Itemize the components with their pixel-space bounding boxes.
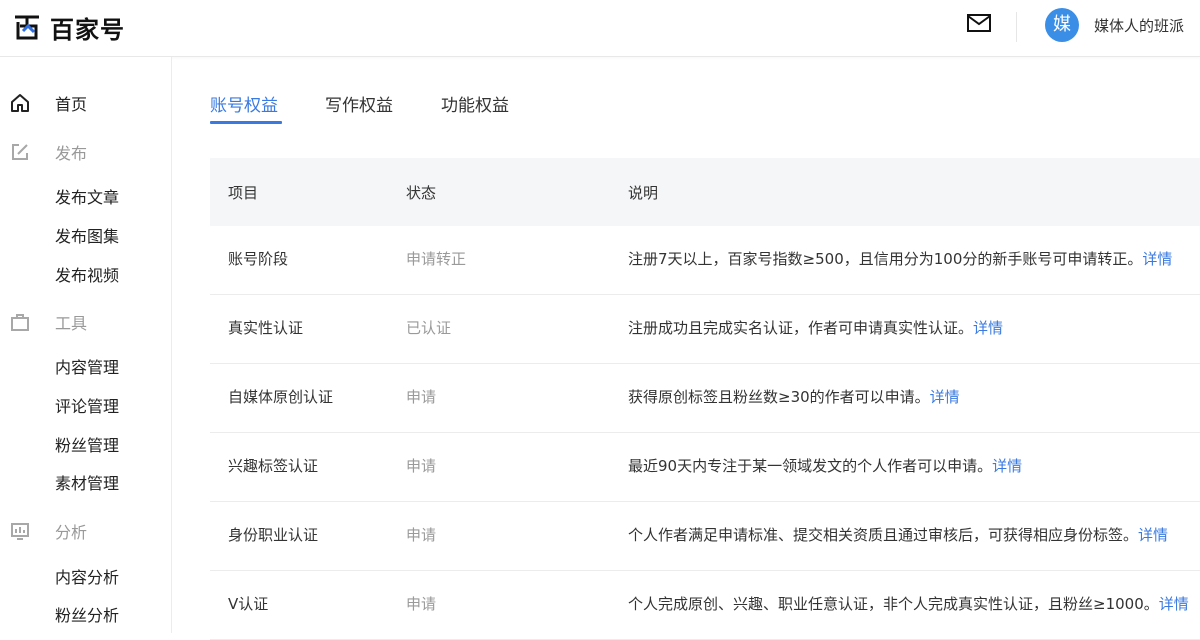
sidebar-item-material-manage[interactable]: 素材管理	[55, 470, 119, 494]
table-header: 项目 状态 说明	[210, 158, 1200, 226]
sidebar-item-content-analysis[interactable]: 内容分析	[55, 564, 119, 588]
avatar[interactable]: 媒	[1045, 8, 1079, 42]
column-header-description: 说明	[628, 184, 659, 202]
row-item: 兴趣标签认证	[228, 457, 319, 475]
row-description: 注册成功且完成实名认证，作者可申请真实性认证。详情	[628, 317, 1003, 338]
detail-link[interactable]: 详情	[1142, 250, 1172, 268]
row-item: 真实性认证	[228, 319, 304, 337]
sidebar-item-publish-gallery[interactable]: 发布图集	[55, 223, 119, 247]
row-description: 个人作者满足申请标准、提交相关资质且通过审核后，可获得相应身份标签。详情	[628, 524, 1168, 545]
sidebar-item-publish-article[interactable]: 发布文章	[55, 184, 119, 208]
top-header: 百家号 媒 媒体人的班派	[0, 0, 1200, 57]
sidebar-section-label: 工具	[55, 314, 88, 333]
sidebar: 首页 发布 发布文章 发布图集 发布视频 工具 内容管理 评论管理 粉丝管理 素…	[0, 57, 172, 633]
detail-link[interactable]: 详情	[973, 319, 1003, 337]
tab-writing-rights[interactable]: 写作权益	[325, 91, 393, 116]
sidebar-item-publish-video[interactable]: 发布视频	[55, 262, 119, 286]
header-divider	[1016, 12, 1017, 42]
row-description: 注册7天以上，百家号指数≥500，且信用分为100分的新手账号可申请转正。详情	[628, 248, 1172, 269]
sidebar-section-analysis: 分析	[0, 512, 170, 548]
row-description-text: 个人完成原创、兴趣、职业任意认证，非个人完成真实性认证，且粉丝≥1000。	[628, 595, 1159, 613]
user-name[interactable]: 媒体人的班派	[1094, 15, 1184, 36]
detail-link[interactable]: 详情	[930, 388, 960, 406]
detail-link[interactable]: 详情	[992, 457, 1022, 475]
table-row: V认证 申请 个人完成原创、兴趣、职业任意认证，非个人完成真实性认证，且粉丝≥1…	[210, 571, 1200, 640]
main-content: 账号权益 写作权益 功能权益 项目 状态 说明 账号阶段 申请转正 注册7天以上…	[171, 57, 1200, 640]
row-description: 最近90天内专注于某一领域发文的个人作者可以申请。详情	[628, 455, 1022, 476]
row-description-text: 注册7天以上，百家号指数≥500，且信用分为100分的新手账号可申请转正。	[628, 250, 1143, 268]
row-description-text: 获得原创标签且粉丝数≥30的作者可以申请。	[628, 388, 930, 406]
edit-icon	[12, 144, 28, 160]
sidebar-item-comment-manage[interactable]: 评论管理	[55, 393, 119, 417]
sidebar-item-fans-analysis[interactable]: 粉丝分析	[55, 602, 119, 626]
row-description: 个人完成原创、兴趣、职业任意认证，非个人完成真实性认证，且粉丝≥1000。详情	[628, 593, 1189, 614]
baijiahao-logo[interactable]: 百家号	[12, 10, 125, 44]
tab-account-rights[interactable]: 账号权益	[210, 91, 278, 116]
active-tab-indicator	[210, 121, 282, 124]
sidebar-item-fans-manage[interactable]: 粉丝管理	[55, 432, 119, 456]
table-row: 兴趣标签认证 申请 最近90天内专注于某一领域发文的个人作者可以申请。详情	[210, 433, 1200, 502]
table-row: 账号阶段 申请转正 注册7天以上，百家号指数≥500，且信用分为100分的新手账…	[210, 226, 1200, 295]
tab-feature-rights[interactable]: 功能权益	[441, 91, 509, 116]
row-description-text: 个人作者满足申请标准、提交相关资质且通过审核后，可获得相应身份标签。	[628, 526, 1139, 544]
home-icon	[11, 94, 29, 112]
table-row: 身份职业认证 申请 个人作者满足申请标准、提交相关资质且通过审核后，可获得相应身…	[210, 502, 1200, 571]
logo-text: 百家号	[50, 15, 125, 44]
row-item: 身份职业认证	[228, 526, 319, 544]
column-header-item: 项目	[228, 184, 259, 202]
row-status[interactable]: 申请	[406, 455, 436, 476]
row-item: 自媒体原创认证	[228, 388, 334, 406]
sidebar-item-home[interactable]: 首页	[0, 84, 170, 120]
row-status[interactable]: 申请转正	[406, 248, 466, 269]
row-status[interactable]: 申请	[406, 593, 436, 614]
row-item: 账号阶段	[228, 250, 289, 268]
table-row: 自媒体原创认证 申请 获得原创标签且粉丝数≥30的作者可以申请。详情	[210, 364, 1200, 433]
sidebar-section-label: 分析	[55, 523, 88, 542]
detail-link[interactable]: 详情	[1138, 526, 1168, 544]
column-header-status: 状态	[406, 184, 437, 202]
sidebar-section-tools: 工具	[0, 303, 170, 339]
row-status[interactable]: 申请	[406, 386, 436, 407]
row-description-text: 注册成功且完成实名认证，作者可申请真实性认证。	[628, 319, 974, 337]
chart-icon	[11, 523, 29, 540]
sidebar-section-label: 发布	[55, 144, 88, 163]
mail-icon[interactable]	[966, 12, 992, 34]
row-status: 已认证	[406, 319, 452, 337]
row-item: V认证	[228, 595, 269, 613]
logo-mark-icon	[15, 15, 39, 40]
detail-link[interactable]: 详情	[1159, 595, 1189, 613]
sidebar-section-publish: 发布	[0, 133, 170, 169]
sidebar-item-label: 首页	[55, 95, 88, 114]
row-description: 获得原创标签且粉丝数≥30的作者可以申请。详情	[628, 386, 960, 407]
briefcase-icon	[11, 314, 29, 331]
sidebar-item-content-manage[interactable]: 内容管理	[55, 354, 119, 378]
row-status[interactable]: 申请	[406, 524, 436, 545]
table-row: 真实性认证 已认证 注册成功且完成实名认证，作者可申请真实性认证。详情	[210, 295, 1200, 364]
row-description-text: 最近90天内专注于某一领域发文的个人作者可以申请。	[628, 457, 993, 475]
